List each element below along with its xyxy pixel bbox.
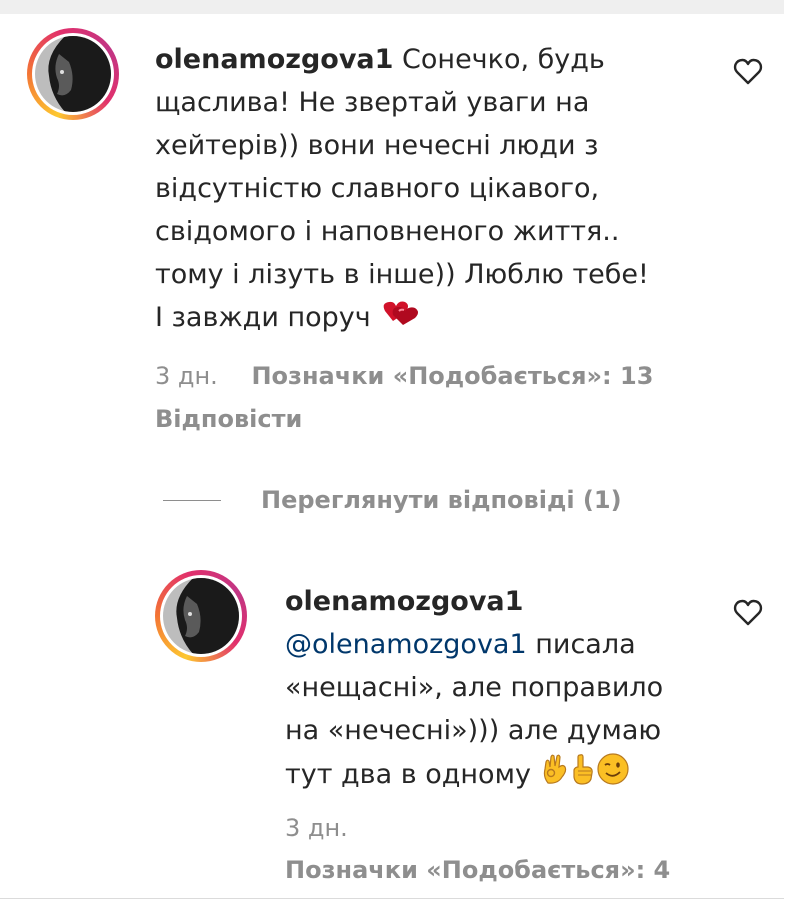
- comment-actions: Відповісти: [155, 405, 302, 433]
- wink-emoji: [596, 752, 630, 799]
- bottom-divider: [0, 898, 800, 899]
- ok-hand-emoji: [540, 753, 570, 798]
- comment-meta: 3 дн. Позначки «Подобається»: 13: [155, 362, 653, 390]
- reply-meta: 3 дн.: [285, 814, 374, 842]
- avatar-photo: [35, 36, 111, 112]
- avatar[interactable]: [155, 570, 247, 662]
- reply-button[interactable]: Відповісти: [155, 405, 302, 433]
- comment-line: щаслива! Не звертай уваги на: [155, 87, 590, 118]
- reply-time[interactable]: 3 дн.: [285, 814, 348, 842]
- like-heart-icon[interactable]: [733, 598, 763, 628]
- top-divider-bar: [0, 0, 784, 14]
- comment-line: писала: [526, 629, 636, 660]
- comment-line: І завжди поруч: [155, 302, 371, 333]
- comment-line: «нещасні», але поправило: [285, 672, 664, 703]
- comment-line: свідомого і наповненого життя..: [155, 216, 620, 247]
- right-margin: [784, 0, 800, 911]
- avatar[interactable]: [27, 28, 119, 120]
- view-replies-label: Переглянути відповіді (1): [261, 486, 622, 514]
- like-heart-icon[interactable]: [733, 57, 763, 87]
- mention-link[interactable]: @olenamozgova1: [285, 629, 527, 660]
- index-up-emoji: [570, 753, 596, 798]
- comment-line: на «нечесні»))) але думаю: [285, 715, 662, 746]
- comment-time[interactable]: 3 дн.: [155, 362, 218, 390]
- comment-line: тому і лізуть в інше)) Люблю тебе!: [155, 259, 649, 290]
- hearts-emoji: [379, 297, 423, 340]
- replies-line: [163, 499, 221, 501]
- reply-likes-row: Позначки «Подобається»: 4: [285, 856, 670, 884]
- reply-username[interactable]: olenamozgova1: [285, 586, 523, 617]
- comment-line: тут два в одному: [285, 759, 531, 790]
- avatar-photo: [163, 578, 239, 654]
- view-replies-button[interactable]: Переглянути відповіді (1): [163, 486, 622, 514]
- comment-line: Сонечко, будь: [402, 44, 605, 75]
- comment-line: хейтерів)) вони нечесні люди з: [155, 130, 599, 161]
- comments-panel: olenamozgova1 Сонечко, будь щаслива! Не …: [0, 0, 800, 911]
- likes-count[interactable]: Позначки «Подобається»: 13: [251, 362, 653, 390]
- comment-username[interactable]: olenamozgova1: [155, 44, 393, 75]
- comment-text: olenamozgova1 Сонечко, будь щаслива! Не …: [155, 38, 695, 340]
- reply-text: olenamozgova1 @olenamozgova1 писала «нещ…: [285, 580, 705, 799]
- comment-line: відсутністю славного цікавого,: [155, 173, 600, 204]
- likes-count[interactable]: Позначки «Подобається»: 4: [285, 856, 670, 884]
